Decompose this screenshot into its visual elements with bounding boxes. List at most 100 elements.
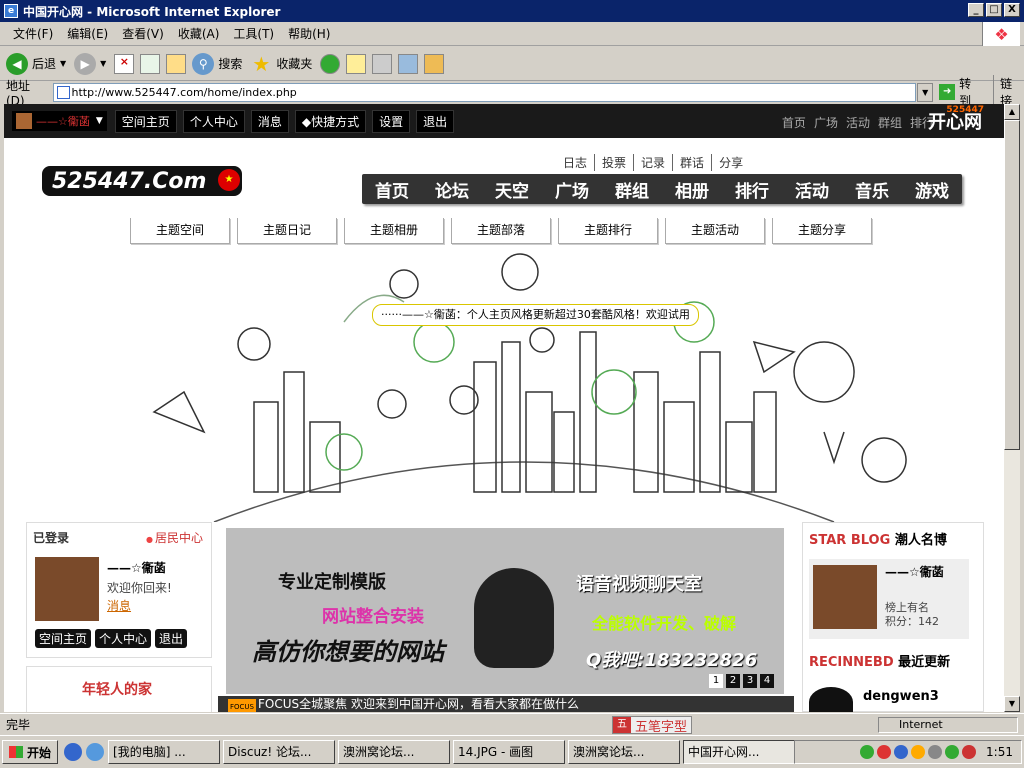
refresh-icon[interactable] <box>140 53 161 74</box>
site-logo[interactable]: 525447.Com ★ <box>42 166 242 196</box>
user-menu[interactable]: ——☆衞菡 ▼ <box>12 111 107 131</box>
nav-forum[interactable]: 论坛 <box>422 177 482 202</box>
menu-view[interactable]: 查看(V) <box>115 23 171 44</box>
ie-quicklaunch-icon[interactable] <box>64 743 83 761</box>
tray-icon-1[interactable] <box>860 745 875 759</box>
topnav-right-home[interactable]: 首页 <box>782 114 806 131</box>
theme-tribe[interactable]: 主题部落 <box>451 218 551 244</box>
scroll-down-icon[interactable]: ▼ <box>1004 696 1020 712</box>
maximize-button[interactable]: □ <box>986 3 1002 17</box>
nav-groups[interactable]: 群组 <box>602 177 662 202</box>
star-blog-card[interactable]: ——☆衞菡 榜上有名 积分：142 <box>809 559 969 639</box>
nav-square[interactable]: 广场 <box>542 177 602 202</box>
forward-dropdown-icon[interactable]: ▼ <box>100 59 106 68</box>
logout-button[interactable]: 退出 <box>155 629 188 648</box>
nav-albums[interactable]: 相册 <box>662 177 722 202</box>
user-photo[interactable] <box>35 557 99 621</box>
theme-album[interactable]: 主题相册 <box>344 218 444 244</box>
space-home-button[interactable]: 空间主页 <box>35 629 92 648</box>
forward-button[interactable]: ▶ ▼ <box>74 52 106 75</box>
recent-user-avatar[interactable] <box>809 687 853 712</box>
address-dropdown-icon[interactable]: ▼ <box>917 82 934 102</box>
topnav-right-groups[interactable]: 群组 <box>878 114 902 131</box>
resident-center-link[interactable]: 居民中心 <box>146 529 203 546</box>
topnav-shortcuts[interactable]: ◆快捷方式 <box>294 109 367 133</box>
messages-link[interactable]: 消息 <box>107 597 131 614</box>
favorites-button[interactable]: ★ 收藏夹 <box>250 52 312 76</box>
theme-diary[interactable]: 主题日记 <box>237 218 337 244</box>
tray-icon-7[interactable] <box>962 745 977 759</box>
sublink-records[interactable]: 记录 <box>633 154 672 171</box>
announcement-bubble[interactable]: ······——☆衞菡：个人主页风格更新超过30套酷风格！欢迎试用 <box>372 304 699 326</box>
personal-center-button[interactable]: 个人中心 <box>95 629 152 648</box>
messenger-icon[interactable] <box>424 53 445 74</box>
recent-user-name[interactable]: dengwen3 <box>863 689 939 704</box>
start-button[interactable]: 开始 <box>2 740 59 764</box>
print-icon[interactable] <box>372 53 393 74</box>
back-dropdown-icon[interactable]: ▼ <box>60 59 66 68</box>
stop-icon[interactable]: × <box>114 53 135 74</box>
desktop-quicklaunch-icon[interactable] <box>86 743 105 761</box>
nav-sky[interactable]: 天空 <box>482 177 542 202</box>
topnav-messages[interactable]: 消息 <box>250 109 289 133</box>
topnav-personal-center[interactable]: 个人中心 <box>182 109 245 133</box>
kaixin-logo[interactable]: 开心网 525447 <box>928 105 984 134</box>
nav-home[interactable]: 首页 <box>362 177 422 202</box>
task-kaixin[interactable]: 中国开心网... <box>683 740 796 764</box>
theme-activity[interactable]: 主题活动 <box>665 218 765 244</box>
theme-space[interactable]: 主题空间 <box>130 218 230 244</box>
nav-activity[interactable]: 活动 <box>782 177 842 202</box>
sublink-diary[interactable]: 日志 <box>556 154 594 171</box>
tray-icon-5[interactable] <box>928 745 943 759</box>
nav-music[interactable]: 音乐 <box>842 177 902 202</box>
back-button[interactable]: ◀ 后退 ▼ <box>6 52 66 75</box>
banner-page-3[interactable]: 3 <box>743 674 757 688</box>
focus-bar[interactable]: FOCUS FOCUS全城聚焦 欢迎来到中国开心网，看看大家都在做什么 <box>218 696 794 712</box>
menu-favorites[interactable]: 收藏(A) <box>171 23 227 44</box>
scroll-up-icon[interactable]: ▲ <box>1004 104 1020 120</box>
menu-edit[interactable]: 编辑(E) <box>60 23 115 44</box>
task-forum-2[interactable]: 澳洲窝论坛... <box>568 740 681 764</box>
sublink-vote[interactable]: 投票 <box>594 154 633 171</box>
tray-icon-3[interactable] <box>894 745 909 759</box>
promo-banner[interactable]: 年轻人的家 <box>26 666 212 712</box>
topnav-space-home[interactable]: 空间主页 <box>114 109 177 133</box>
task-paint[interactable]: 14.JPG - 画图 <box>453 740 566 764</box>
address-input[interactable]: http://www.525447.com/home/index.php <box>52 82 917 102</box>
banner-page-1[interactable]: 1 <box>709 674 723 688</box>
edit-icon[interactable] <box>398 53 419 74</box>
sublink-share[interactable]: 分享 <box>711 154 750 171</box>
task-my-computer[interactable]: [我的电脑] ... <box>108 740 221 764</box>
banner-page-2[interactable]: 2 <box>726 674 740 688</box>
topnav-right-square[interactable]: 广场 <box>814 114 838 131</box>
home-icon[interactable] <box>166 53 187 74</box>
ime-toolbar[interactable]: 五 五笔字型 <box>612 716 693 735</box>
task-forum-1[interactable]: 澳洲窝论坛... <box>338 740 451 764</box>
ad-banner[interactable]: 专业定制模版 网站整合安装 高仿你想要的网站 语音视频聊天室 全能软件开发、破解… <box>226 528 784 694</box>
tray-icon-2[interactable] <box>877 745 892 759</box>
topnav-logout[interactable]: 退出 <box>416 109 455 133</box>
topnav-right-activity[interactable]: 活动 <box>846 114 870 131</box>
mail-icon[interactable] <box>346 53 367 74</box>
history-icon[interactable] <box>320 53 341 74</box>
vertical-scrollbar[interactable]: ▲ ▼ <box>1004 104 1020 712</box>
nav-games[interactable]: 游戏 <box>902 177 962 202</box>
recent-updates-heading: RECINNEBD 最近更新 <box>809 655 951 670</box>
menu-help[interactable]: 帮助(H) <box>281 23 337 44</box>
nav-ranking[interactable]: 排行 <box>722 177 782 202</box>
banner-page-4[interactable]: 4 <box>760 674 774 688</box>
task-discuz[interactable]: Discuz! 论坛... <box>223 740 336 764</box>
menu-tools[interactable]: 工具(T) <box>226 23 281 44</box>
minimize-button[interactable]: _ <box>968 3 984 17</box>
tray-icon-6[interactable] <box>945 745 960 759</box>
topnav-settings[interactable]: 设置 <box>372 109 411 133</box>
menu-file[interactable]: 文件(F) <box>6 23 60 44</box>
close-button[interactable]: X <box>1004 3 1020 17</box>
tray-icon-4[interactable] <box>911 745 926 759</box>
scroll-thumb[interactable] <box>1004 120 1020 450</box>
sublink-group-talk[interactable]: 群话 <box>672 154 711 171</box>
theme-ranking[interactable]: 主题排行 <box>558 218 658 244</box>
search-button[interactable]: ⚲ 搜索 <box>192 52 242 75</box>
theme-share[interactable]: 主题分享 <box>772 218 872 244</box>
clock[interactable]: 1:51 <box>986 745 1013 759</box>
